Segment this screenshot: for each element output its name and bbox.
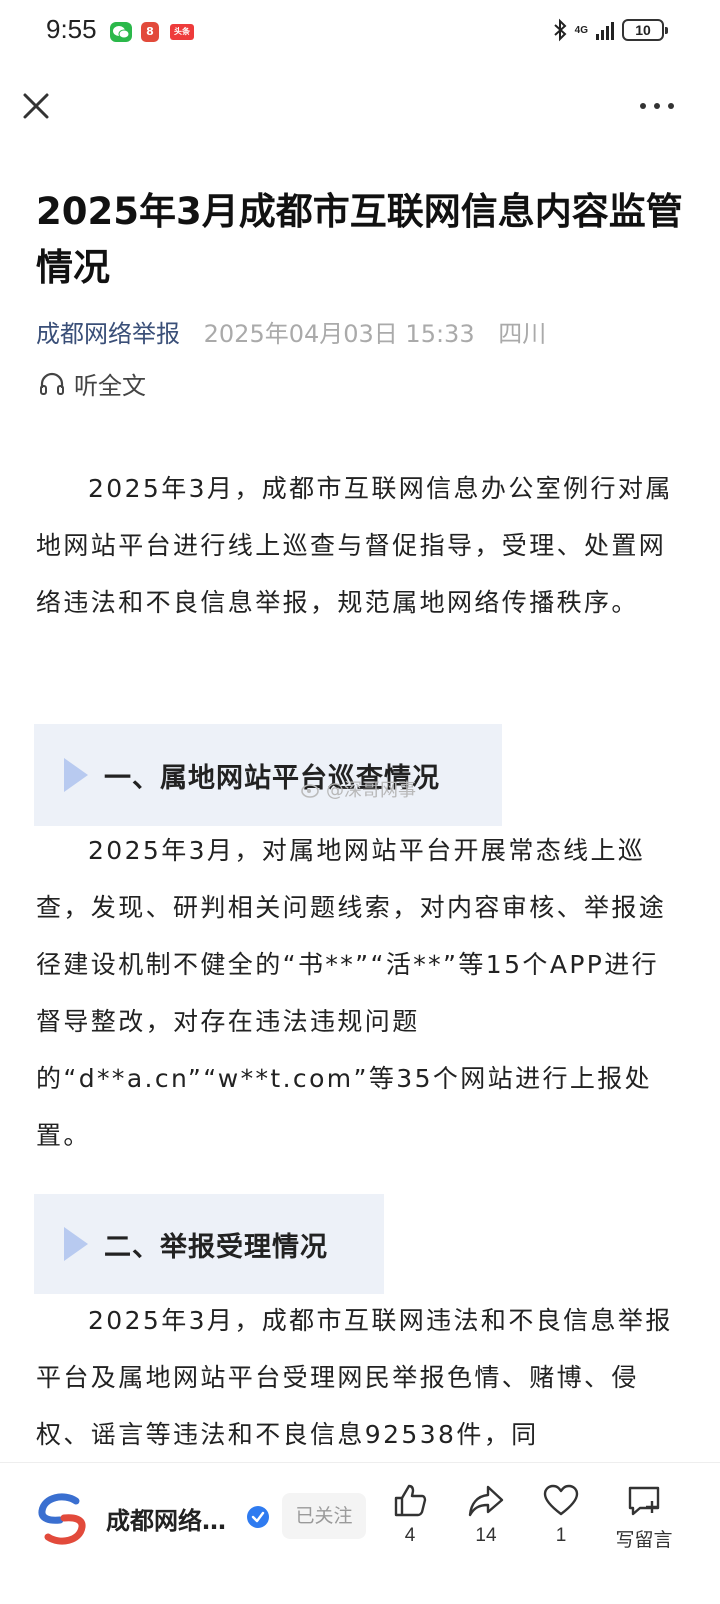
wechat-notification-icon xyxy=(110,22,132,42)
status-bar: 9:55 8 头条 4G 10 xyxy=(0,0,720,66)
toutiao-notification-icon: 头条 xyxy=(170,24,194,40)
article-location: 四川 xyxy=(498,320,547,348)
article-title: 2025年3月成都市互联网信息内容监管情况 xyxy=(36,190,683,289)
share-count: 14 xyxy=(475,1525,497,1546)
section2-paragraph: 2025年3月，成都市互联网违法和不良信息举报平台及属地网站平台受理网民举报色情… xyxy=(36,1306,673,1449)
account-logo-icon[interactable] xyxy=(36,1491,88,1547)
weibo-icon xyxy=(301,784,319,798)
favorite-button[interactable]: 1 xyxy=(531,1481,591,1547)
write-comment-button[interactable]: 写留言 xyxy=(604,1481,684,1552)
article-date: 2025年04月03日 15:33 xyxy=(203,320,475,348)
signal-icon xyxy=(596,20,614,40)
bottom-action-bar: 成都网络… 已关注 4 14 1 写留言 xyxy=(0,1462,720,1604)
heart-icon xyxy=(543,1484,579,1516)
status-indicators: 4G 10 xyxy=(553,18,668,42)
comment-label: 写留言 xyxy=(615,1530,673,1551)
headphones-icon xyxy=(40,372,64,395)
app-notification-icon: 8 xyxy=(141,22,159,42)
listen-button[interactable]: 听全文 xyxy=(38,366,146,401)
watermark: @深哥网事 xyxy=(300,776,416,802)
watermark-text: @深哥网事 xyxy=(326,780,416,801)
battery-icon: 10 xyxy=(622,19,668,41)
network-type-label: 4G xyxy=(574,24,588,36)
more-dot-icon xyxy=(654,103,660,109)
follow-button[interactable]: 已关注 xyxy=(282,1493,366,1539)
favorite-count: 1 xyxy=(555,1525,567,1546)
close-button[interactable] xyxy=(18,88,54,124)
like-count: 4 xyxy=(404,1525,416,1546)
more-dot-icon xyxy=(668,103,674,109)
account-name[interactable]: 成都网络… xyxy=(106,1501,226,1536)
section-heading-1: 一、属地网站平台巡查情况 xyxy=(34,724,502,826)
status-time: 9:55 xyxy=(46,14,97,44)
section1-paragraph: 2025年3月，对属地网站平台开展常态线上巡查，发现、研判相关问题线索，对内容审… xyxy=(36,836,667,1150)
share-button[interactable]: 14 xyxy=(456,1481,516,1547)
intro-paragraph: 2025年3月，成都市互联网信息办公室例行对属地网站平台进行线上巡查与督促指导，… xyxy=(36,474,673,617)
thumbs-up-icon xyxy=(394,1484,427,1517)
article-source-link[interactable]: 成都网络举报 xyxy=(36,320,180,348)
comment-add-icon xyxy=(628,1486,660,1516)
section-arrow-icon xyxy=(64,758,88,792)
section-arrow-icon xyxy=(64,1227,88,1261)
section-title: 二、举报受理情况 xyxy=(104,1231,328,1263)
more-dot-icon xyxy=(640,103,646,109)
share-arrow-icon xyxy=(468,1485,504,1517)
verified-badge-icon xyxy=(247,1506,269,1528)
close-icon xyxy=(23,93,49,119)
section-heading-2: 二、举报受理情况 xyxy=(34,1194,384,1294)
listen-label: 听全文 xyxy=(74,372,146,400)
more-options-button[interactable] xyxy=(640,94,674,118)
bluetooth-icon xyxy=(553,18,567,42)
like-button[interactable]: 4 xyxy=(380,1481,440,1547)
article-meta: 成都网络举报 2025年04月03日 15:33 四川 xyxy=(36,314,546,349)
